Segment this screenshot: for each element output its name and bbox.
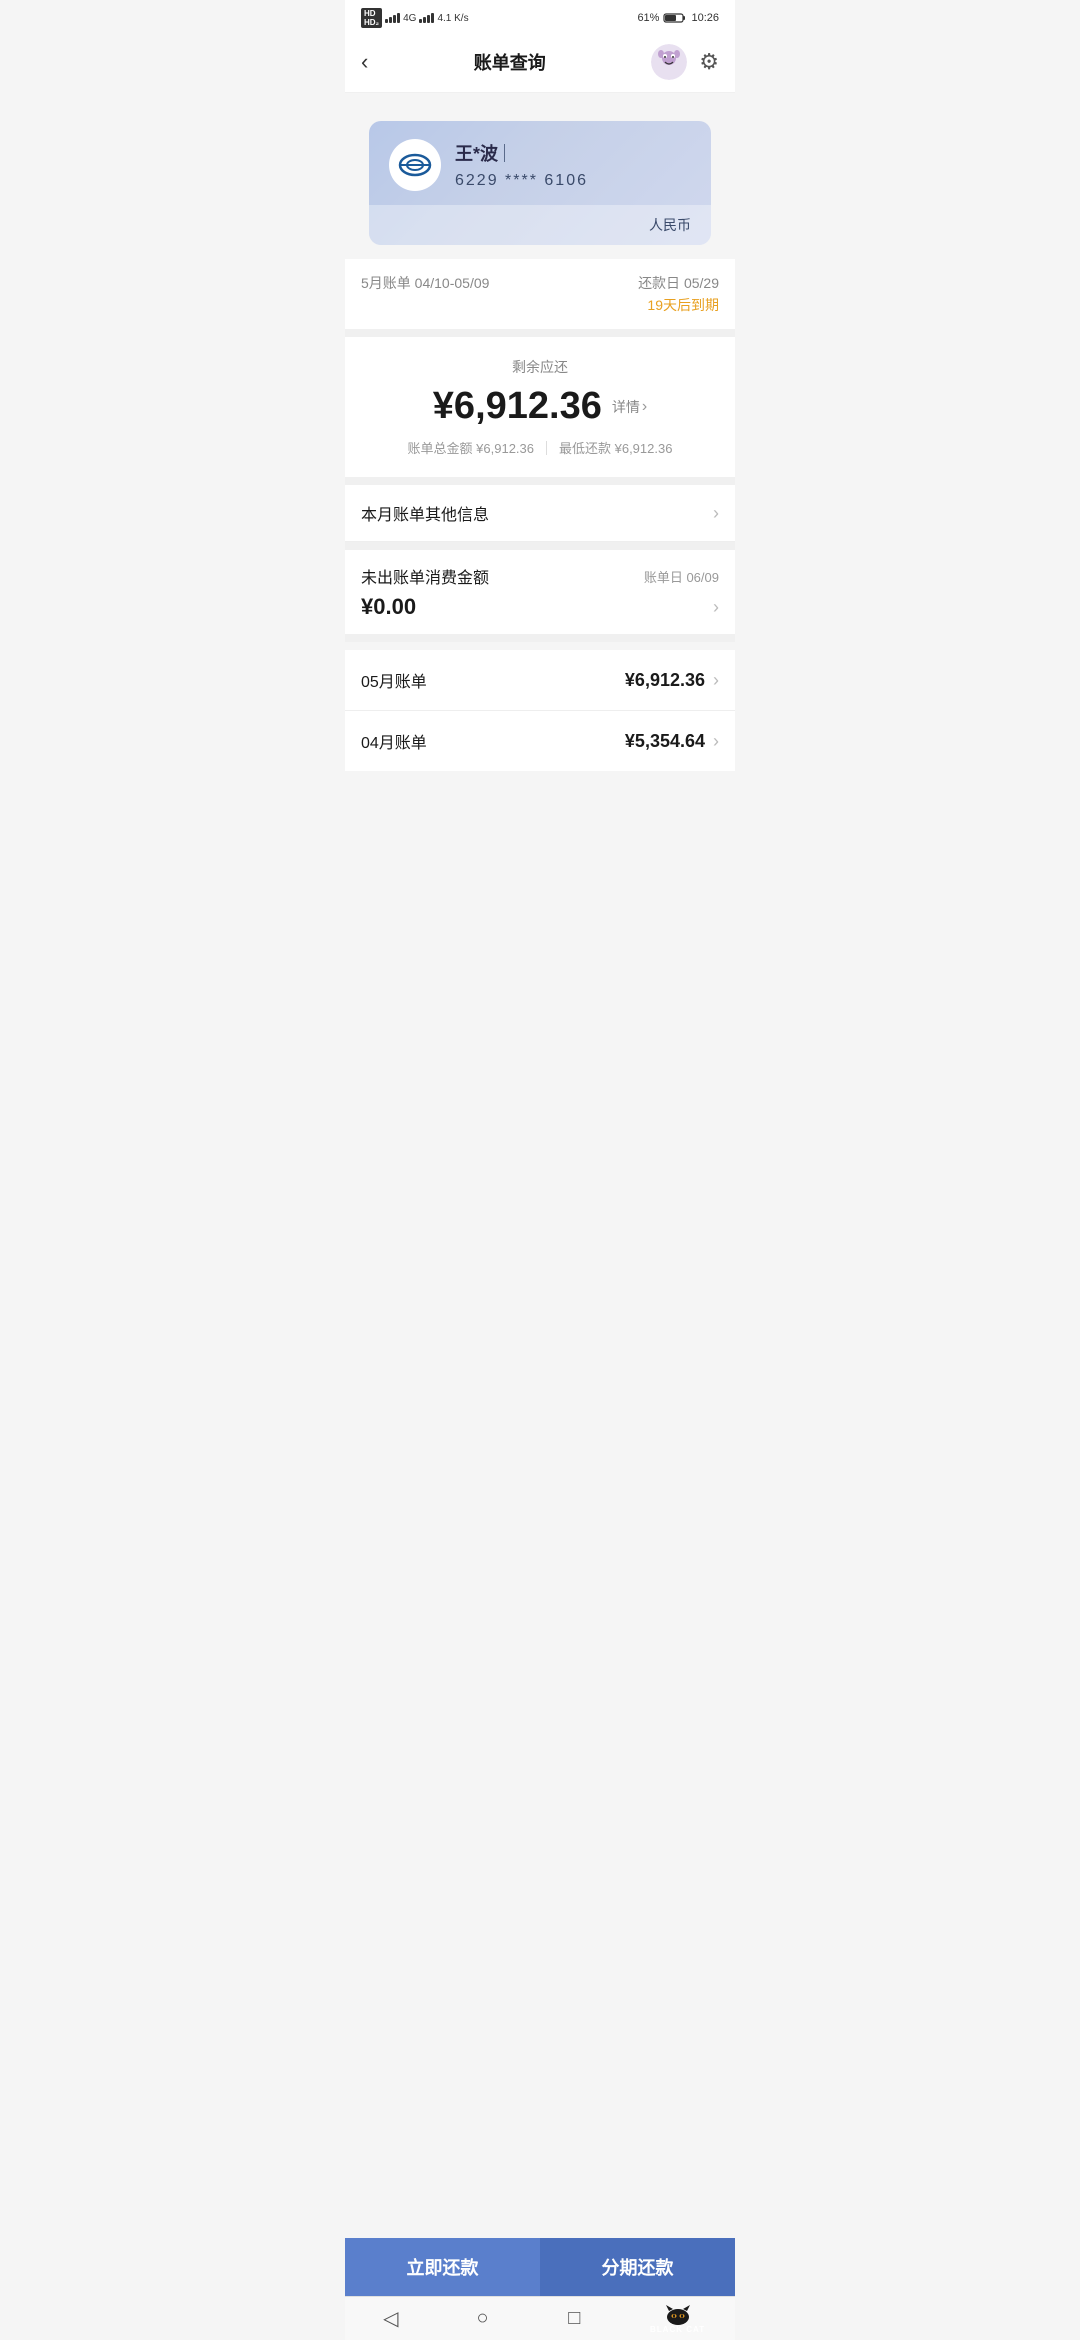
monthly-bill-arrow-0: › [713, 670, 719, 691]
total-label: 账单总金额 ¥6,912.36 [408, 438, 534, 457]
other-info-arrow-icon: › [713, 503, 719, 524]
monthly-bill-right-1: ¥5,354.64 › [625, 731, 719, 752]
other-info-item[interactable]: 本月账单其他信息 › [345, 485, 735, 542]
black-cat-text: BLACK CAT [650, 2325, 705, 2334]
nav-back-button[interactable]: ◁ [371, 2299, 411, 2339]
monthly-bill-amount-0: ¥6,912.36 [625, 670, 705, 691]
detail-button[interactable]: 详情 › [612, 397, 647, 417]
monthly-bills-section: 05月账单 ¥6,912.36 › 04月账单 ¥5,354.64 › [345, 650, 735, 771]
monthly-bill-title-0: 05月账单 [361, 668, 427, 692]
back-button[interactable]: ‹ [361, 49, 368, 75]
section-divider-4 [345, 634, 735, 642]
status-left: HDHD₂ 4G 4.1 K/s [361, 8, 469, 28]
nav-home-button[interactable]: ○ [463, 2299, 503, 2339]
bill-period-section: 5月账单 04/10-05/09 还款日 05/29 19天后到期 [345, 259, 735, 329]
section-divider-2 [345, 477, 735, 485]
header-right: ⚙ [651, 44, 719, 80]
unprocessed-amount-row[interactable]: ¥0.00 › [361, 594, 719, 620]
detail-arrow-icon: › [642, 398, 647, 416]
signal-bars-2 [419, 13, 434, 23]
network-label: 4G [403, 13, 416, 24]
status-right: 61% 10:26 [637, 12, 719, 24]
amount-row: ¥6,912.36 详情 › [361, 385, 719, 428]
remaining-amount: ¥6,912.36 [433, 385, 602, 428]
card-currency: 人民币 [369, 205, 711, 245]
settings-button[interactable]: ⚙ [699, 49, 719, 75]
page-title: 账单查询 [474, 49, 546, 75]
unprocessed-amount: ¥0.00 [361, 594, 416, 620]
monthly-bill-right-0: ¥6,912.36 › [625, 670, 719, 691]
status-bar: HDHD₂ 4G 4.1 K/s 61% 10:26 [345, 0, 735, 32]
speed-label: 4.1 K/s [437, 13, 468, 24]
amount-sub-info: 账单总金额 ¥6,912.36 最低还款 ¥6,912.36 [361, 438, 719, 461]
hd-badge: HDHD₂ [361, 8, 382, 28]
min-label: 最低还款 ¥6,912.36 [559, 438, 672, 457]
monthly-bill-arrow-1: › [713, 731, 719, 752]
card-number: 6229 **** 6106 [455, 172, 691, 190]
unprocessed-title: 未出账单消费金额 [361, 564, 489, 588]
bottom-navigation: ◁ ○ □ BLACK CAT [345, 2296, 735, 2340]
black-cat-watermark: BLACK CAT [646, 2301, 709, 2336]
bill-period-right: 还款日 05/29 19天后到期 [638, 273, 719, 315]
bill-period-label: 5月账单 04/10-05/09 [361, 273, 489, 293]
monthly-bill-item-0[interactable]: 05月账单 ¥6,912.36 › [345, 650, 735, 711]
card-holder-name: 王*波 [455, 140, 691, 166]
card-info: 王*波 6229 **** 6106 [455, 140, 691, 190]
amount-label: 剩余应还 [361, 357, 719, 377]
pay-now-button[interactable]: 立即还款 [345, 2238, 540, 2296]
name-divider [504, 144, 505, 162]
bank-card: 王*波 6229 **** 6106 人民币 [369, 121, 711, 245]
battery-icon [663, 12, 687, 24]
unprocessed-date: 账单日 06/09 [644, 567, 719, 586]
signal-bars [385, 13, 400, 23]
time-label: 10:26 [691, 12, 719, 24]
pay-installment-button[interactable]: 分期还款 [540, 2238, 735, 2296]
amount-section: 剩余应还 ¥6,912.36 详情 › 账单总金额 ¥6,912.36 最低还款… [345, 337, 735, 477]
monthly-bill-item-1[interactable]: 04月账单 ¥5,354.64 › [345, 711, 735, 771]
unprocessed-arrow-icon: › [713, 597, 719, 618]
monthly-bill-title-1: 04月账单 [361, 729, 427, 753]
unprocessed-header: 未出账单消费金额 账单日 06/09 [361, 564, 719, 588]
bill-days-label: 19天后到期 [638, 295, 719, 315]
other-info-right: › [713, 503, 719, 524]
section-divider-1 [345, 329, 735, 337]
avatar-button[interactable] [651, 44, 687, 80]
sub-divider [546, 441, 547, 455]
battery-label: 61% [637, 12, 659, 24]
bank-logo [389, 139, 441, 191]
header: ‹ 账单查询 ⚙ [345, 32, 735, 93]
card-container: 王*波 6229 **** 6106 人民币 [345, 93, 735, 245]
black-cat-icon [662, 2303, 694, 2325]
section-divider-3 [345, 542, 735, 550]
monthly-bill-amount-1: ¥5,354.64 [625, 731, 705, 752]
bottom-action-bar: 立即还款 分期还款 [345, 2238, 735, 2296]
card-top: 王*波 6229 **** 6106 [369, 121, 711, 205]
unprocessed-section: 未出账单消费金额 账单日 06/09 ¥0.00 › [345, 550, 735, 634]
bill-due-date: 还款日 05/29 [638, 273, 719, 293]
nav-recent-button[interactable]: □ [554, 2299, 594, 2339]
other-info-label: 本月账单其他信息 [361, 501, 489, 525]
